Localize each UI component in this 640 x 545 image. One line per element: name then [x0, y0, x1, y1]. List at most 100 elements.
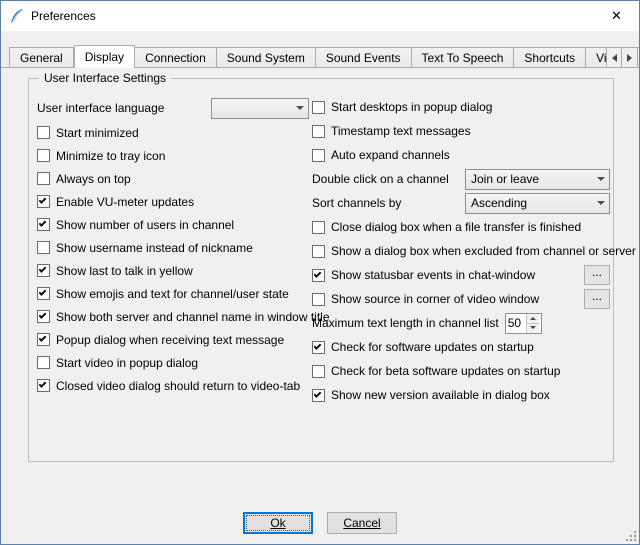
- language-row: User interface language: [37, 95, 309, 121]
- ok-button[interactable]: Ok: [243, 512, 313, 534]
- chevron-down-icon: [593, 173, 609, 185]
- tab-scroll-right-button[interactable]: [622, 47, 638, 68]
- arrow-right-icon: [627, 54, 636, 62]
- checkbox-start-minimized[interactable]: Start minimized: [37, 126, 139, 140]
- checkbox-auto-expand-channels[interactable]: Auto expand channels: [312, 148, 450, 162]
- ellipsis-icon: ...: [592, 290, 602, 302]
- arrow-left-icon: [608, 54, 617, 62]
- double-click-combobox[interactable]: Join or leave: [465, 169, 610, 190]
- video-source-more-button[interactable]: ...: [584, 289, 610, 309]
- checkbox-icon: [312, 221, 325, 234]
- right-column: Start desktops in popup dialog Timestamp…: [312, 95, 610, 407]
- footer: Ok Cancel: [1, 512, 639, 534]
- tab-bar: General Display Connection Sound System …: [1, 45, 639, 68]
- checkbox-check-updates[interactable]: Check for software updates on startup: [312, 340, 534, 354]
- sort-channels-label: Sort channels by: [312, 196, 401, 210]
- checkbox-show-emojis[interactable]: Show emojis and text for channel/user st…: [37, 287, 289, 301]
- checkbox-minimize-to-tray[interactable]: Minimize to tray icon: [37, 149, 165, 163]
- double-click-row: Double click on a channel Join or leave: [312, 167, 610, 191]
- checkbox-video-popup[interactable]: Start video in popup dialog: [37, 356, 198, 370]
- resize-grip[interactable]: [624, 529, 636, 541]
- checkbox-vu-meter-updates[interactable]: Enable VU-meter updates: [37, 195, 194, 209]
- language-label: User interface language: [37, 101, 164, 115]
- chevron-down-icon: [292, 102, 308, 114]
- checkbox-icon: [312, 365, 325, 378]
- tab-text-to-speech[interactable]: Text To Speech: [412, 47, 515, 68]
- checkbox-icon: [37, 195, 50, 208]
- checkbox-excluded-dialog[interactable]: Show a dialog box when excluded from cha…: [312, 244, 636, 258]
- checkbox-icon: [37, 218, 50, 231]
- chevron-down-icon: [593, 197, 609, 209]
- checkbox-icon: [37, 310, 50, 323]
- spin-down-button[interactable]: [527, 323, 539, 333]
- checkbox-popup-text-message[interactable]: Popup dialog when receiving text message: [37, 333, 284, 347]
- checkbox-new-version-dialog[interactable]: Show new version available in dialog box: [312, 388, 550, 402]
- checkbox-video-source-corner[interactable]: Show source in corner of video window: [312, 292, 539, 306]
- checkmark-icon: [39, 380, 47, 388]
- preferences-dialog: Preferences ✕ General Display Connection…: [0, 0, 640, 545]
- arrow-down-icon: [530, 326, 536, 332]
- checkbox-timestamp-messages[interactable]: Timestamp text messages: [312, 124, 471, 138]
- checkbox-statusbar-events[interactable]: Show statusbar events in chat-window: [312, 268, 535, 282]
- tab-sound-system[interactable]: Sound System: [217, 47, 316, 68]
- close-button[interactable]: ✕: [594, 1, 639, 31]
- sort-channels-value: Ascending: [466, 196, 593, 210]
- language-combobox[interactable]: [211, 98, 309, 119]
- checkbox-show-user-count[interactable]: Show number of users in channel: [37, 218, 234, 232]
- checkbox-icon: [312, 269, 325, 282]
- titlebar[interactable]: Preferences ✕: [1, 1, 639, 31]
- max-text-length-spinner: [505, 313, 542, 334]
- checkbox-icon: [312, 101, 325, 114]
- checkbox-icon: [37, 287, 50, 300]
- checkbox-icon: [37, 126, 50, 139]
- sort-channels-combobox[interactable]: Ascending: [465, 193, 610, 214]
- user-interface-settings-group: User Interface Settings User interface l…: [28, 78, 614, 462]
- checkbox-icon: [312, 149, 325, 162]
- spin-up-button[interactable]: [527, 314, 539, 323]
- checkmark-icon: [39, 334, 47, 342]
- checkbox-closed-video-return[interactable]: Closed video dialog should return to vid…: [37, 379, 300, 393]
- double-click-label: Double click on a channel: [312, 172, 449, 186]
- tab-sound-events[interactable]: Sound Events: [316, 47, 412, 68]
- tab-general[interactable]: General: [9, 47, 74, 68]
- sort-channels-row: Sort channels by Ascending: [312, 191, 610, 215]
- statusbar-events-more-button[interactable]: ...: [584, 265, 610, 285]
- app-icon: [9, 8, 25, 24]
- checkbox-show-username[interactable]: Show username instead of nickname: [37, 241, 253, 255]
- tab-display[interactable]: Display: [74, 45, 135, 68]
- checkmark-icon: [39, 219, 47, 227]
- checkbox-icon: [312, 125, 325, 138]
- checkbox-icon: [37, 356, 50, 369]
- double-click-value: Join or leave: [466, 172, 593, 186]
- checkbox-server-channel-title[interactable]: Show both server and channel name in win…: [37, 310, 330, 324]
- checkbox-icon: [37, 264, 50, 277]
- video-source-row: Show source in corner of video window ..…: [312, 287, 610, 311]
- max-text-length-label: Maximum text length in channel list: [312, 316, 499, 330]
- tab-shortcuts[interactable]: Shortcuts: [514, 47, 586, 68]
- checkmark-icon: [39, 196, 47, 204]
- left-column: User interface language Start minimized …: [37, 95, 309, 397]
- tab-connection[interactable]: Connection: [135, 47, 217, 68]
- cancel-button[interactable]: Cancel: [327, 512, 397, 534]
- checkmark-icon: [39, 311, 47, 319]
- statusbar-events-row: Show statusbar events in chat-window ...: [312, 263, 610, 287]
- checkbox-icon: [37, 241, 50, 254]
- checkmark-icon: [39, 265, 47, 273]
- checkbox-check-beta-updates[interactable]: Check for beta software updates on start…: [312, 364, 560, 378]
- checkbox-icon: [312, 341, 325, 354]
- checkbox-last-to-talk-yellow[interactable]: Show last to talk in yellow: [37, 264, 193, 278]
- checkbox-icon: [312, 245, 325, 258]
- checkbox-always-on-top[interactable]: Always on top: [37, 172, 131, 186]
- checkbox-icon: [312, 293, 325, 306]
- checkmark-icon: [314, 342, 322, 350]
- checkmark-icon: [314, 270, 322, 278]
- checkbox-desktops-popup[interactable]: Start desktops in popup dialog: [312, 100, 492, 114]
- checkbox-icon: [37, 172, 50, 185]
- group-title: User Interface Settings: [39, 71, 171, 85]
- checkbox-icon: [37, 149, 50, 162]
- max-text-length-row: Maximum text length in channel list: [312, 311, 610, 335]
- ellipsis-icon: ...: [592, 266, 602, 278]
- checkbox-close-on-transfer-finish[interactable]: Close dialog box when a file transfer is…: [312, 220, 581, 234]
- max-text-length-input[interactable]: [506, 314, 526, 333]
- tab-scroll-left-button[interactable]: [606, 47, 622, 68]
